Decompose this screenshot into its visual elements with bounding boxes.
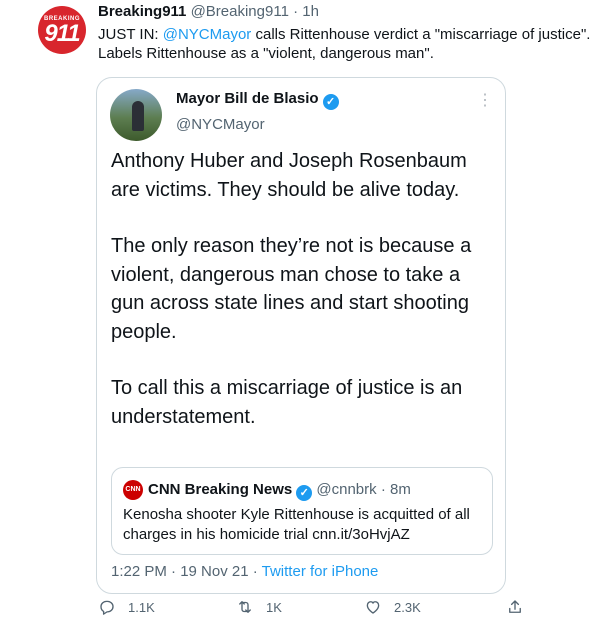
verified-icon: ✓ xyxy=(322,94,339,110)
avatar[interactable]: BREAKING 911 xyxy=(38,6,86,54)
quoted-author-handle[interactable]: @NYCMayor xyxy=(176,116,265,133)
author-handle[interactable]: @Breaking911 xyxy=(191,3,289,20)
more-icon[interactable]: ⋮ xyxy=(477,90,493,110)
like-count: 2.3K xyxy=(394,599,421,615)
like-icon xyxy=(366,601,380,614)
tweet-text: JUST IN: @NYCMayor calls Rittenhouse ver… xyxy=(98,25,598,63)
nested-author-name: CNN Breaking News xyxy=(148,481,293,498)
share-button[interactable] xyxy=(506,598,536,616)
nested-quoted-tweet[interactable]: CNN CNN Breaking News ✓ @cnnbrk · 8m Keno… xyxy=(111,467,493,555)
nested-header: CNN Breaking News ✓ @cnnbrk · 8m xyxy=(148,481,411,501)
separator: · xyxy=(293,3,299,20)
cnn-logo: CNN xyxy=(123,480,143,500)
source-link[interactable]: Twitter for iPhone xyxy=(262,563,379,580)
quoted-tweet[interactable]: Mayor Bill de Blasio ✓ @NYCMayor ⋮ Anthon… xyxy=(96,77,506,594)
retweet-button[interactable]: 1K xyxy=(236,598,282,616)
avatar-number: 911 xyxy=(44,20,80,47)
quoted-paragraph: To call this a miscarriage of justice is… xyxy=(111,377,463,428)
action-bar: 1.1K 1K 2.3K xyxy=(98,598,538,622)
quoted-paragraph: The only reason they’re not is because a… xyxy=(111,235,472,343)
avatar-figure xyxy=(132,101,144,131)
share-icon xyxy=(509,600,521,613)
text-prefix: JUST IN: xyxy=(98,26,163,43)
nested-author-handle: @cnnbrk xyxy=(316,481,377,498)
verified-icon: ✓ xyxy=(296,485,313,501)
nested-time: 8m xyxy=(389,481,411,498)
quoted-author-name[interactable]: Mayor Bill de Blasio xyxy=(176,90,319,107)
tweet-header: Breaking911 @Breaking911 · 1h xyxy=(98,3,319,20)
reply-count: 1.1K xyxy=(128,599,155,615)
reply-button[interactable]: 1.1K xyxy=(98,598,155,616)
mention-link[interactable]: @NYCMayor xyxy=(163,26,252,43)
quoted-meta: 1:22 PM · 19 Nov 21 · Twitter for iPhone xyxy=(111,563,378,580)
quoted-text: Anthony Huber and Joseph Rosenbaum are v… xyxy=(111,147,495,459)
quoted-timestamp[interactable]: 1:22 PM · 19 Nov 21 · xyxy=(111,563,262,580)
tweet-time[interactable]: 1h xyxy=(302,3,319,20)
quoted-paragraph: Anthony Huber and Joseph Rosenbaum are v… xyxy=(111,150,467,201)
separator: · xyxy=(380,481,386,498)
retweet-icon xyxy=(239,601,251,613)
reply-icon xyxy=(100,600,114,615)
quoted-author-row: Mayor Bill de Blasio ✓ xyxy=(176,90,339,110)
author-name[interactable]: Breaking911 xyxy=(98,3,186,20)
like-button[interactable]: 2.3K xyxy=(364,598,421,616)
nested-text: Kenosha shooter Kyle Rittenhouse is acqu… xyxy=(123,506,470,543)
quoted-avatar[interactable] xyxy=(110,89,162,141)
retweet-count: 1K xyxy=(266,599,282,615)
